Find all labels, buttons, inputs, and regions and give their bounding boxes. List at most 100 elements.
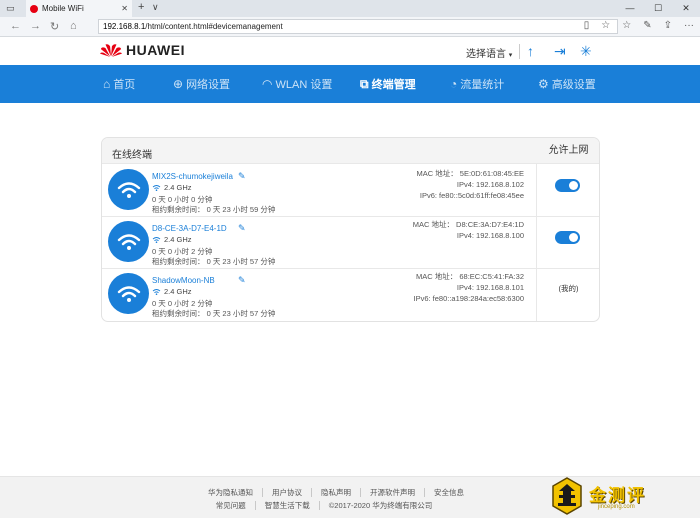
ipv6-address: IPv6: fe80::5c0d:61ff:fe08:45ee xyxy=(419,191,524,200)
notes-pen-icon[interactable]: ✎ xyxy=(643,20,651,31)
edit-name-icon[interactable]: ✎ xyxy=(238,275,246,286)
window-controls: — ☐ ✕ xyxy=(616,0,700,17)
lease-remaining: 租约剩余时间： 0 天 23 小时 57 分钟 xyxy=(152,257,276,266)
my-device-label: (我的) xyxy=(558,284,579,293)
nav-label: WLAN 设置 xyxy=(275,79,333,91)
band-info: 2.4 GHz xyxy=(152,235,192,244)
wifi-small-icon xyxy=(152,237,161,243)
copyright: ©2017-2020 华为终端有限公司 xyxy=(328,501,433,510)
nav-item-home[interactable]: ⌂ 首页 xyxy=(103,76,135,92)
browser-tab[interactable]: Mobile WiFi ✕ xyxy=(26,0,132,17)
tab-list-chevron-icon[interactable]: ∨ xyxy=(152,2,159,13)
minimize-icon[interactable]: — xyxy=(616,0,644,17)
close-window-icon[interactable]: ✕ xyxy=(672,0,700,17)
allow-internet-toggle[interactable] xyxy=(555,179,580,192)
device-name: D8-CE-3A-D7-E4-1D xyxy=(152,224,227,233)
home-icon: ⌂ xyxy=(103,77,111,91)
favorites-hub-icon[interactable]: ☆ xyxy=(622,20,631,31)
lease-remaining: 租约剩余时间： 0 天 23 小时 57 分钟 xyxy=(152,309,276,318)
watermark-badge-icon xyxy=(552,477,582,515)
footer-link[interactable]: 华为隐私通知 xyxy=(199,488,263,497)
allow-internet-header: 允许上网 xyxy=(548,145,589,156)
more-icon[interactable]: ··· xyxy=(684,20,694,31)
url-input[interactable]: 192.168.8.1/html/content.html#devicemana… xyxy=(98,19,618,34)
reading-view-icon[interactable]: ▯ xyxy=(584,20,590,31)
nav-item-network[interactable]: ⊕ 网络设置 xyxy=(173,76,230,92)
device-row: MIX2S-chumokejiweila ✎ 2.4 GHz 0 天 0 小时 … xyxy=(102,165,599,217)
forward-icon[interactable]: → xyxy=(30,20,41,32)
ipv4-address: IPv4: 192.168.8.101 xyxy=(456,283,524,292)
main-nav: ⌂ 首页 ⊕ 网络设置 ◠ WLAN 设置 ⧉ 终端管理 ◔ 流量统计 ⚙ 高级设置 xyxy=(0,65,700,103)
maximize-icon[interactable]: ☐ xyxy=(644,0,672,17)
nav-item-advanced[interactable]: ⚙ 高级设置 xyxy=(538,76,596,92)
new-tab-button[interactable]: + xyxy=(138,1,144,13)
edit-name-icon[interactable]: ✎ xyxy=(238,171,246,182)
nav-label: 流量统计 xyxy=(460,79,505,91)
refresh-icon[interactable]: ↻ xyxy=(50,20,59,33)
brand-name: HUAWEI xyxy=(126,42,185,58)
mac-address: MAC 地址： 5E:0D:61:08:45:EE xyxy=(416,169,524,178)
devices-icon: ⧉ xyxy=(360,76,369,91)
url-path: /html/content.html#devicemanagement xyxy=(145,22,283,31)
ipv4-address: IPv4: 192.168.8.102 xyxy=(456,180,524,189)
card-title: 在线终端 xyxy=(112,150,152,161)
watermark-text: 金测评 xyxy=(589,486,646,505)
band-label: 2.4 GHz xyxy=(164,287,192,296)
favorite-star-icon[interactable]: ☆ xyxy=(601,20,610,31)
wifi-small-icon xyxy=(152,185,161,191)
nav-item-devices[interactable]: ⧉ 终端管理 xyxy=(360,76,416,92)
traffic-icon: ◔ xyxy=(450,77,458,91)
browser-tab-bar: ▭ Mobile WiFi ✕ + ∨ — ☐ ✕ xyxy=(0,0,700,17)
footer-link[interactable]: 安全信息 xyxy=(425,488,473,497)
address-bar-row: ← → ↻ ⌂ 192.168.8.1/html/content.html#de… xyxy=(0,17,700,37)
huawei-favicon xyxy=(30,4,38,13)
mac-address: MAC 地址： D8:CE:3A:D7:E4:1D xyxy=(412,220,524,229)
footer-link[interactable]: 开源软件声明 xyxy=(361,488,425,497)
close-tab-icon[interactable]: ✕ xyxy=(121,4,128,13)
ipv4-address: IPv4: 192.168.8.100 xyxy=(456,231,524,240)
loading-spinner-icon: ✳ xyxy=(580,43,592,59)
footer-link[interactable]: 智慧生活下载 xyxy=(256,501,320,510)
watermark-url: jinceping.com xyxy=(598,504,635,510)
lease-remaining: 租约剩余时间： 0 天 23 小时 59 分钟 xyxy=(152,205,276,214)
upload-arrow-icon[interactable]: ↑ xyxy=(527,43,534,59)
band-info: 2.4 GHz xyxy=(152,183,192,192)
share-icon[interactable]: ⇪ xyxy=(664,20,672,31)
caret-down-icon: ▾ xyxy=(508,52,513,59)
allow-internet-toggle[interactable] xyxy=(555,231,580,244)
back-icon[interactable]: ← xyxy=(10,20,21,32)
band-info: 2.4 GHz xyxy=(152,287,192,296)
footer-link[interactable]: 常见问题 xyxy=(207,501,256,510)
url-host: 192.168.8.1 xyxy=(103,22,146,31)
wifi-device-icon xyxy=(108,273,149,314)
nav-label: 高级设置 xyxy=(551,79,596,91)
band-label: 2.4 GHz xyxy=(164,235,192,244)
nav-item-wlan[interactable]: ◠ WLAN 设置 xyxy=(262,76,332,92)
tab-preview-icon[interactable]: ▭ xyxy=(6,3,15,14)
footer-link[interactable]: 隐私声明 xyxy=(312,488,361,497)
site-header: HUAWEI 选择语言 ▾ ↑ ⇥ ✳ xyxy=(0,37,700,65)
home-browser-icon[interactable]: ⌂ xyxy=(70,20,77,32)
edit-name-icon[interactable]: ✎ xyxy=(238,223,246,234)
logout-icon[interactable]: ⇥ xyxy=(554,43,566,60)
device-row: D8-CE-3A-D7-E4-1D ✎ 2.4 GHz 0 天 0 小时 2 分… xyxy=(102,217,599,269)
watermark: 金测评 jinceping.com xyxy=(550,476,700,518)
header-divider xyxy=(519,44,520,59)
nav-item-traffic[interactable]: ◔ 流量统计 xyxy=(450,76,504,92)
nav-label: 首页 xyxy=(113,79,136,91)
device-name: ShadowMoon-NB xyxy=(152,276,215,285)
huawei-logo[interactable]: HUAWEI xyxy=(100,42,185,58)
language-select[interactable]: 选择语言 ▾ xyxy=(466,45,512,60)
footer-link[interactable]: 用户协议 xyxy=(263,488,312,497)
device-name: MIX2S-chumokejiweila xyxy=(152,172,233,181)
browser-toolbar-icons: ▯ ☆ ☆ ✎ ⇪ ··· xyxy=(584,20,694,31)
huawei-flower-icon xyxy=(100,44,122,57)
gear-icon: ⚙ xyxy=(538,77,549,91)
nav-label: 网络设置 xyxy=(186,79,231,91)
online-devices-card: 在线终端 允许上网 MIX2S-chumokejiweila ✎ 2.4 GHz… xyxy=(101,137,600,322)
band-label: 2.4 GHz xyxy=(164,183,192,192)
wifi-device-icon xyxy=(108,169,149,210)
browser-tab-title: Mobile WiFi xyxy=(42,4,84,13)
wifi-small-icon xyxy=(152,289,161,295)
card-header: 在线终端 允许上网 xyxy=(102,138,599,164)
